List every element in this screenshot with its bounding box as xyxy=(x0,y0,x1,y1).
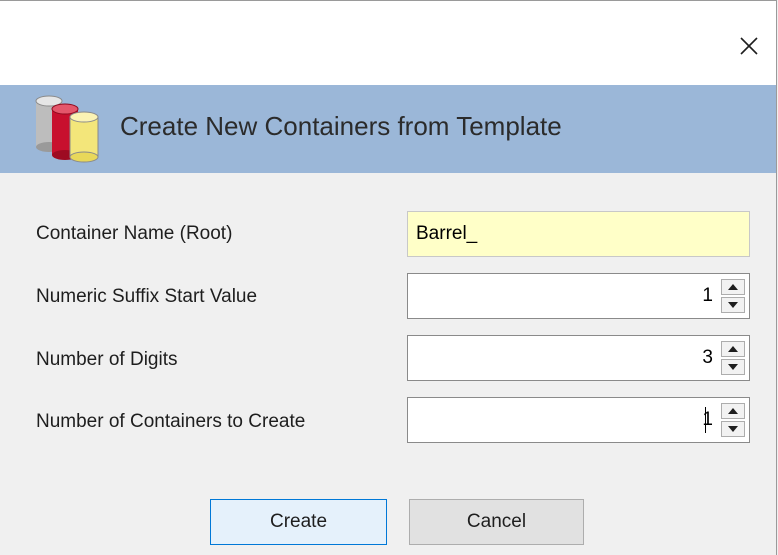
suffix-start-up-button[interactable] xyxy=(721,279,745,295)
digits-up-button[interactable] xyxy=(721,341,745,357)
title-bar xyxy=(0,1,776,85)
digits-label: Number of Digits xyxy=(36,349,178,370)
container-name-input[interactable] xyxy=(407,211,750,257)
count-down-button[interactable] xyxy=(721,421,745,437)
arrow-up-icon xyxy=(728,408,738,414)
suffix-start-label: Numeric Suffix Start Value xyxy=(36,286,258,307)
header-banner: Create New Containers from Template xyxy=(0,85,776,173)
arrow-up-icon xyxy=(728,346,738,352)
count-stepper[interactable]: 1 xyxy=(407,397,750,443)
count-value: 1 xyxy=(702,409,713,430)
count-up-button[interactable] xyxy=(721,403,745,419)
create-containers-dialog: Create New Containers from Template Cont… xyxy=(0,0,777,555)
arrow-down-icon xyxy=(728,302,738,308)
digits-down-button[interactable] xyxy=(721,359,745,375)
arrow-up-icon xyxy=(728,284,738,290)
digits-stepper[interactable]: 3 xyxy=(407,335,750,381)
suffix-start-value: 1 xyxy=(702,285,713,306)
close-icon xyxy=(740,37,758,55)
close-button[interactable] xyxy=(726,23,772,69)
count-label: Number of Containers to Create xyxy=(36,411,306,432)
cancel-button[interactable]: Cancel xyxy=(409,499,584,545)
suffix-start-down-button[interactable] xyxy=(721,297,745,313)
arrow-down-icon xyxy=(728,364,738,370)
containers-icon xyxy=(35,95,99,163)
container-name-label: Container Name (Root) xyxy=(36,223,233,244)
dialog-title: Create New Containers from Template xyxy=(120,111,562,141)
arrow-down-icon xyxy=(728,426,738,432)
create-button[interactable]: Create xyxy=(210,499,387,545)
suffix-start-stepper[interactable]: 1 xyxy=(407,273,750,319)
digits-value: 3 xyxy=(702,347,713,368)
